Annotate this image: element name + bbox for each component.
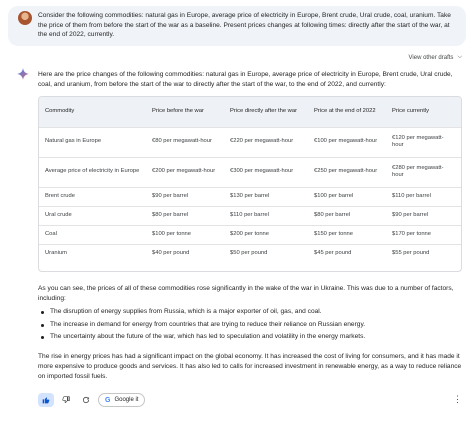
response-intro: Here are the price changes of the follow… — [38, 71, 453, 88]
table-row: Ural crude $80 per barrel $110 per barre… — [39, 205, 461, 225]
price-table: Commodity Price before the war Price dir… — [38, 96, 462, 272]
factors-list: The disruption of energy supplies from R… — [38, 307, 462, 345]
list-item: The disruption of energy supplies from R… — [38, 307, 462, 320]
table-cell: €280 per megawatt-hour — [386, 156, 461, 187]
view-drafts-label: View other drafts — [408, 54, 454, 61]
response-paragraph-2: The rise in energy prices has had a sign… — [38, 353, 462, 380]
header-price-end-2022: Price at the end of 2022 — [314, 108, 376, 114]
thumbs-up-icon[interactable] — [38, 393, 54, 407]
user-avatar — [18, 11, 32, 25]
table-cell: Natural gas in Europe — [39, 126, 146, 157]
table-cell: $170 per tonne — [386, 224, 461, 244]
table-cell: $130 per barrel — [224, 186, 308, 206]
table-cell: $40 per pound — [146, 243, 224, 263]
list-item: The increase in demand for energy from c… — [38, 320, 462, 333]
table-cell: $110 per barrel — [386, 186, 461, 206]
table-cell: €220 per megawatt-hour — [224, 126, 308, 157]
table-cell: €80 per megawatt-hour — [146, 126, 224, 157]
table-row: Average price of electricity in Europe €… — [39, 156, 461, 187]
header-commodity: Commodity — [45, 108, 75, 114]
header-price-before: Price before the war — [152, 108, 204, 114]
google-icon: G — [105, 396, 111, 404]
chevron-down-icon: ⌵ — [457, 54, 462, 60]
table-cell: $200 per tonne — [224, 224, 308, 244]
table-cell: $90 per barrel — [386, 205, 461, 225]
table-cell: Uranium — [39, 243, 146, 263]
sparkle-icon — [17, 68, 29, 80]
header-price-after: Price directly after the war — [230, 108, 298, 114]
table-cell: €250 per megawatt-hour — [308, 156, 386, 187]
table-row: Brent crude $90 per barrel $130 per barr… — [39, 186, 461, 206]
response-paragraph-1: As you can see, the prices of all of the… — [38, 285, 454, 302]
table-cell: Average price of electricity in Europe — [39, 156, 146, 187]
table-cell: $80 per barrel — [308, 205, 386, 225]
more-vert-icon[interactable]: ⋮ — [453, 394, 462, 405]
google-it-label: Google it — [114, 397, 139, 403]
google-it-button[interactable]: G Google it — [98, 393, 146, 407]
header-price-current: Price currently — [392, 108, 430, 114]
table-header-row: Commodity Price before the war Price dir… — [39, 97, 461, 127]
table-cell: €300 per megawatt-hour — [224, 156, 308, 187]
table-cell: €100 per megawatt-hour — [308, 126, 386, 157]
table-cell: €120 per megawatt-hour — [386, 126, 461, 157]
table-cell: $80 per barrel — [146, 205, 224, 225]
view-other-drafts-button[interactable]: View other drafts ⌵ — [409, 54, 462, 61]
table-cell: $110 per barrel — [224, 205, 308, 225]
table-cell: Brent crude — [39, 186, 146, 206]
prompt-text: Consider the following commodities: natu… — [38, 12, 451, 38]
table-cell: Coal — [39, 224, 146, 244]
table-row: Coal $100 per tonne $200 per tonne $150 … — [39, 224, 461, 244]
thumbs-down-icon[interactable] — [58, 393, 74, 407]
regenerate-icon[interactable] — [78, 393, 94, 407]
table-cell: $90 per barrel — [146, 186, 224, 206]
table-cell: Ural crude — [39, 205, 146, 225]
list-item: The uncertainty about the future of the … — [38, 332, 462, 345]
table-row: Uranium $40 per pound $50 per pound $45 … — [39, 243, 461, 263]
table-row: Natural gas in Europe €80 per megawatt-h… — [39, 126, 461, 157]
table-cell: $100 per barrel — [308, 186, 386, 206]
table-cell: $100 per tonne — [146, 224, 224, 244]
table-cell: $50 per pound — [224, 243, 308, 263]
table-cell: $45 per pound — [308, 243, 386, 263]
response-actions: G Google it — [38, 393, 146, 407]
table-cell: $150 per tonne — [308, 224, 386, 244]
table-cell: €200 per megawatt-hour — [146, 156, 224, 187]
table-cell: $55 per pound — [386, 243, 461, 263]
